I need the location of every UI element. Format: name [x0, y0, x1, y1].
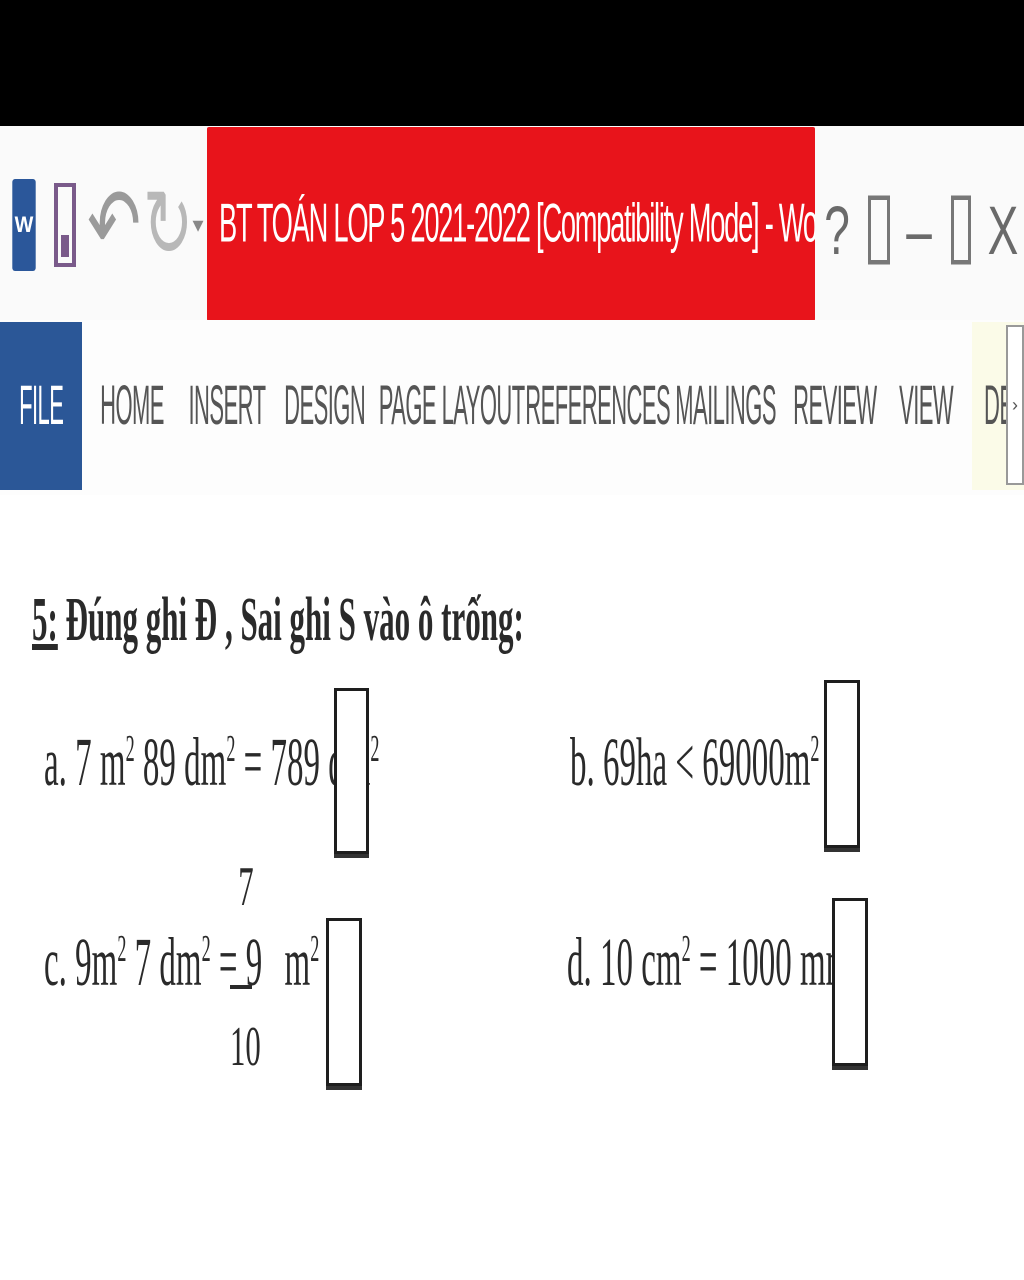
answer-box-a[interactable] [334, 688, 369, 854]
undo-icon[interactable]: ↶ [87, 137, 141, 313]
tab-home[interactable]: HOME [100, 322, 164, 490]
minimize-button[interactable]: – [905, 155, 933, 305]
word-logo-glyph: W [12, 179, 36, 271]
tab-page-layout[interactable]: PAGE LAYOUT [379, 322, 526, 490]
window-title-highlight: BT TOÁN LOP 5 2021-2022 [Compatibility M… [207, 127, 815, 321]
tab-insert[interactable]: INSERT [189, 322, 267, 490]
redo-icon[interactable]: ↻ [143, 137, 193, 313]
fraction-denominator: 10 [230, 1016, 261, 1078]
tab-view[interactable]: VIEW [898, 322, 954, 490]
tab-review[interactable]: REVIEW [793, 322, 877, 490]
tab-references[interactable]: REFERENCES [526, 322, 671, 490]
word-icon[interactable]: W [8, 170, 40, 280]
item-a: a. 7 m2 89 dm2 = 789 dm2 [44, 724, 380, 801]
maximize-button[interactable] [945, 155, 977, 305]
customize-quick-access-icon[interactable]: ▾ [190, 170, 206, 280]
item-d: d. 10 cm2 = 1000 mm2 [567, 924, 860, 1001]
item-c: c. 9m2 7 dm2 = 9 m2 [44, 924, 320, 1001]
tab-mailings[interactable]: MAILINGS [676, 322, 777, 490]
top-black-bar [0, 0, 1024, 126]
close-button[interactable]: X [988, 155, 1019, 305]
answer-box-b[interactable] [824, 680, 860, 848]
help-button[interactable]: ? [822, 155, 852, 305]
exercise-heading: 5: Đúng ghi Đ , Sai ghi S vào ô trống: [32, 586, 524, 654]
save-icon[interactable] [50, 170, 80, 280]
tab-file[interactable]: FILE [0, 322, 82, 490]
window-title: BT TOÁN LOP 5 2021-2022 [Compatibility M… [219, 192, 815, 254]
answer-box-d[interactable] [832, 898, 868, 1066]
answer-box-c[interactable] [326, 918, 362, 1086]
fraction-numerator: 7 [238, 856, 254, 918]
item-b: b. 69ha < 69000m2 [570, 724, 820, 801]
fraction-bar [230, 985, 252, 989]
chevron-right-icon[interactable]: › [1006, 325, 1024, 485]
tab-design[interactable]: DESIGN [284, 322, 366, 490]
ribbon-display-options-button[interactable] [862, 155, 896, 305]
